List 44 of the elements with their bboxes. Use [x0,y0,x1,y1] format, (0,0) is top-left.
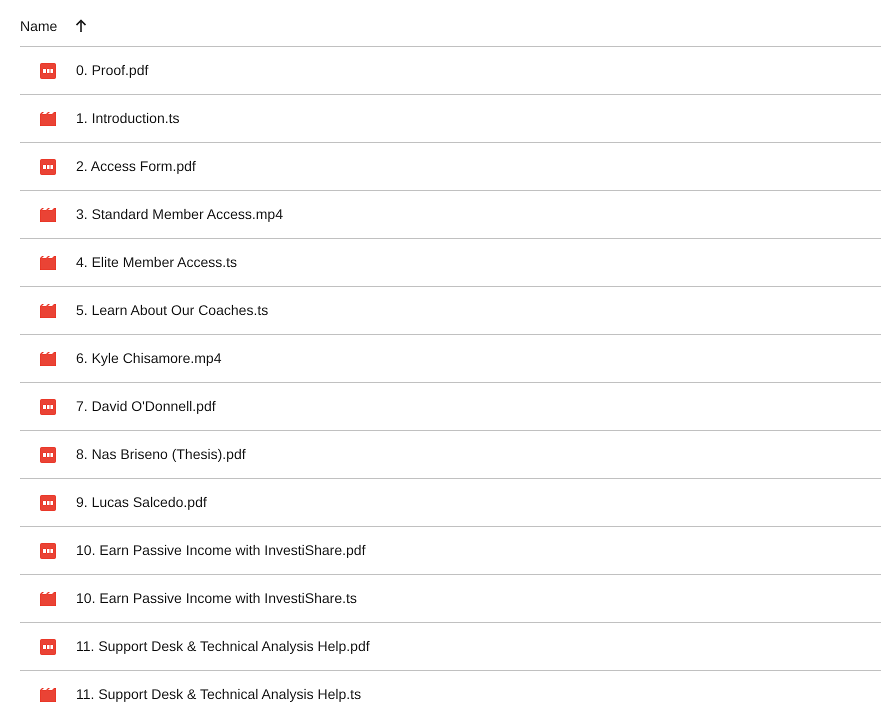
file-name: 8. Nas Briseno (Thesis).pdf [76,445,246,464]
file-row[interactable]: 1. Introduction.ts [20,95,881,143]
pdf-file-icon [40,446,56,462]
pdf-file-icon [40,62,56,78]
file-name: 4. Elite Member Access.ts [76,253,238,272]
pdf-file-icon [40,398,56,414]
film-icon [40,256,56,270]
file-name: 7. David O'Donnell.pdf [76,397,216,416]
file-name: 9. Lucas Salcedo.pdf [76,493,207,512]
file-name: 1. Introduction.ts [76,109,180,128]
film-icon [40,352,56,366]
file-row[interactable]: 9. Lucas Salcedo.pdf [20,479,881,527]
file-name: 5. Learn About Our Coaches.ts [76,301,268,320]
file-name: 10. Earn Passive Income with InvestiShare.pdf [76,541,366,560]
file-row[interactable]: 5. Learn About Our Coaches.ts [20,287,881,335]
file-row[interactable]: 2. Access Form.pdf [20,143,881,191]
sort-up-arrow-icon[interactable] [75,19,88,33]
film-icon [40,304,56,318]
file-row[interactable]: 11. Support Desk & Technical Analysis Help.pdf [20,623,881,671]
file-name: 0. Proof.pdf [76,61,148,80]
file-name: 11. Support Desk & Technical Analysis Help.ts [76,685,362,704]
file-row[interactable]: 10. Earn Passive Income with InvestiShare.pdf [20,527,881,575]
file-row[interactable]: 7. David O'Donnell.pdf [20,383,881,431]
file-row[interactable]: 3. Standard Member Access.mp4 [20,191,881,239]
pdf-file-icon [40,158,56,174]
film-icon [40,688,56,702]
file-name: 3. Standard Member Access.mp4 [76,205,283,224]
file-row[interactable]: 8. Nas Briseno (Thesis).pdf [20,431,881,479]
file-name: 6. Kyle Chisamore.mp4 [76,349,222,368]
file-name: 10. Earn Passive Income with InvestiShare.ts [76,589,357,608]
file-row[interactable]: 11. Support Desk & Technical Analysis Help.ts [20,671,881,718]
pdf-file-icon [40,542,56,558]
file-row[interactable]: 4. Elite Member Access.ts [20,239,881,287]
file-name: 2. Access Form.pdf [76,157,196,176]
file-row[interactable]: 10. Earn Passive Income with InvestiShare.ts [20,575,881,623]
pdf-file-icon [40,638,56,654]
file-row[interactable]: 0. Proof.pdf [20,47,881,95]
film-icon [40,208,56,222]
film-icon [40,112,56,126]
pdf-file-icon [40,494,56,510]
file-name: 11. Support Desk & Technical Analysis Help.pdf [76,637,370,656]
name-column-header[interactable]: Name [20,16,58,36]
film-icon [40,592,56,606]
file-row[interactable]: 6. Kyle Chisamore.mp4 [20,335,881,383]
